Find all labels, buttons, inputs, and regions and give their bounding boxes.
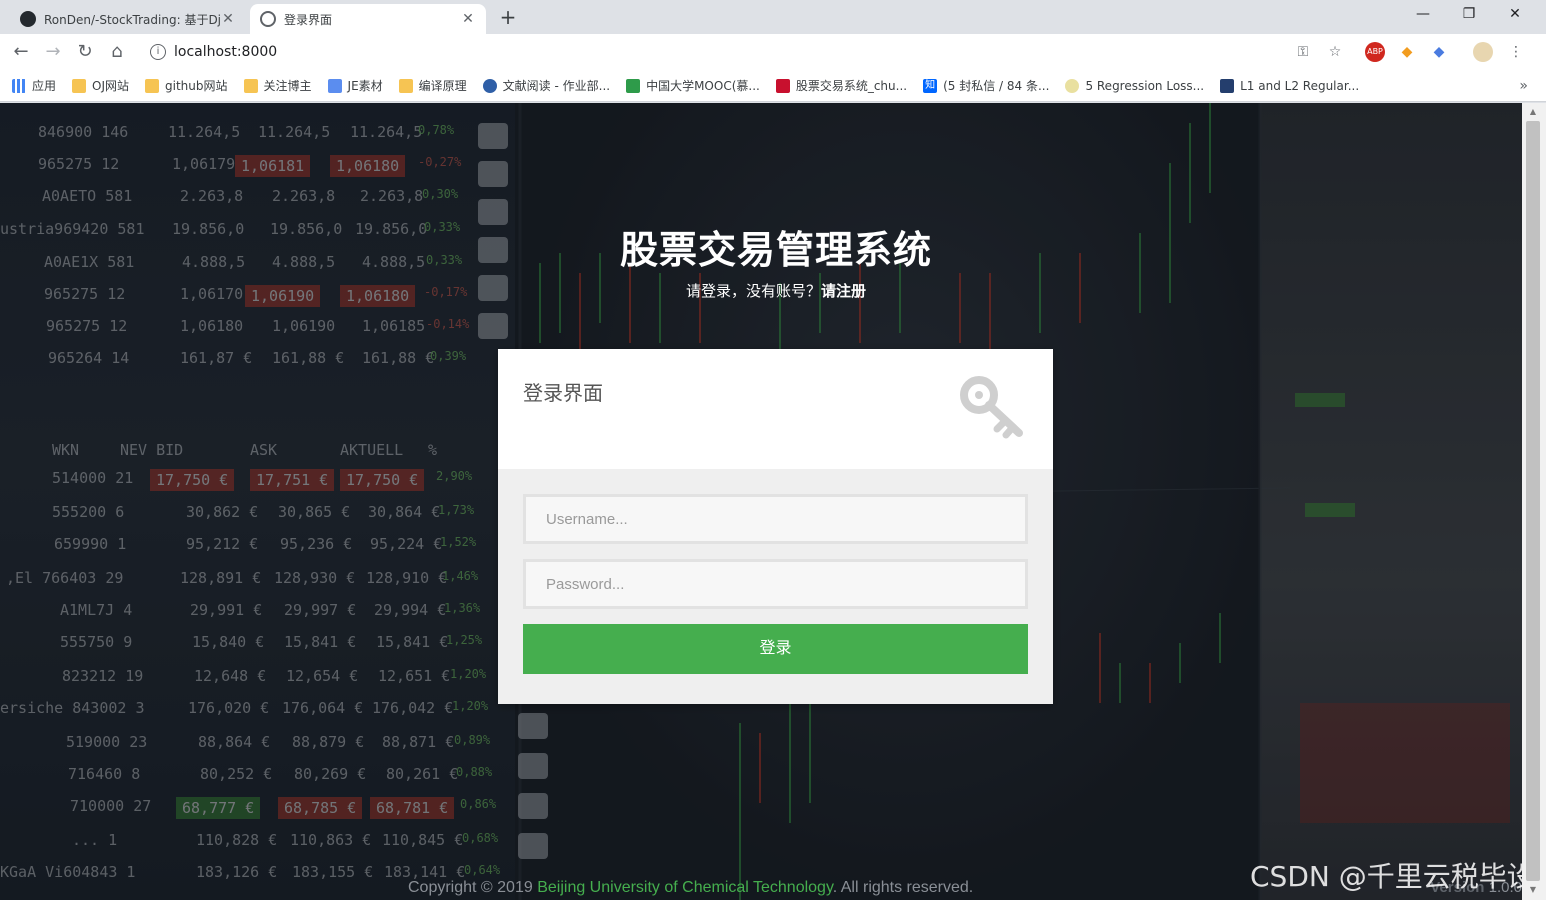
username-input[interactable] [546,497,1025,541]
folder-icon [72,78,87,93]
bookmark-csdn[interactable]: 股票交易系统_chu... [775,77,907,94]
csdn-watermark: CSDN @千里云税毕设 [1250,860,1522,893]
new-tab-button[interactable]: + [494,6,522,30]
page-icon [1220,78,1235,93]
username-field[interactable] [523,494,1028,544]
flag-icon [626,78,641,93]
zhihu-icon: 知 [923,78,938,93]
bookmark-compiler[interactable]: 编译原理 [398,77,467,94]
bookmark-github[interactable]: github网站 [145,77,228,94]
bookmark-follow[interactable]: 关注博主 [243,77,312,94]
page-scrollbar[interactable]: ▲ ▼ [1522,103,1546,900]
forward-icon[interactable]: → [40,40,66,64]
circle-icon [482,78,497,93]
org-link[interactable]: Beijing University of Chemical Technolog… [537,879,833,896]
globe-icon [260,11,276,27]
footer-copyright: Copyright © 2019 Beijing University of C… [408,879,973,897]
bookmark-l1l2[interactable]: L1 and L2 Regular... [1220,78,1359,93]
tab-bar: RonDen/-StockTrading: 基于Dj ✕ 登录界面 ✕ + — … [0,0,1546,34]
shield-icon [1065,78,1080,93]
subtitle-text: 请登录，没有账号？ [685,282,821,300]
bookmark-mooc[interactable]: 中国大学MOOC(慕... [626,77,760,94]
star-icon[interactable]: ☆ [1325,42,1345,62]
close-icon[interactable]: ✕ [220,11,236,27]
password-field[interactable] [523,559,1028,609]
bookmark-je[interactable]: JE素材 [327,77,383,94]
password-input[interactable] [546,562,1025,606]
tab-title: 登录界面 [284,12,333,27]
login-button[interactable]: 登录 [523,624,1028,674]
extension-icon[interactable]: ◆ [1429,42,1449,62]
key-icon [960,376,1023,439]
bookmarks-bar: 应用 OJ网站 github网站 关注博主 JE素材 编译原理 文献阅读 - 作… [0,70,1546,102]
window-close-button[interactable]: ✕ [1492,0,1538,30]
apps-grid-icon [12,78,26,93]
copyright-text: Copyright © 2019 [408,879,533,896]
bookmark-oj[interactable]: OJ网站 [72,77,129,94]
je-icon [327,78,342,93]
login-card-title: 登录界面 [523,381,603,405]
folder-icon [145,78,160,93]
home-icon[interactable]: ⌂ [104,40,130,64]
bookmark-zhihu[interactable]: 知 (5 封私信 / 84 条... [923,77,1049,94]
bookmark-apps[interactable]: 应用 [12,77,56,94]
menu-icon[interactable]: ⋮ [1506,42,1526,62]
bookmark-reading[interactable]: 文献阅读 - 作业部... [482,77,610,94]
login-card-header: 登录界面 [498,349,1053,469]
restore-button[interactable]: ❐ [1446,0,1492,30]
register-link[interactable]: 请注册 [821,282,866,300]
scrollbar-thumb[interactable] [1526,121,1540,881]
address-bar[interactable]: i localhost:8000 [140,38,1350,66]
rights-text: . All rights reserved. [832,879,974,896]
key-icon[interactable]: ⚿ [1293,42,1313,62]
page-subtitle: 请登录，没有账号？请注册 [0,280,1522,301]
scroll-down-icon[interactable]: ▼ [1528,885,1538,894]
login-card: 登录界面 登录 [498,349,1053,704]
url-text: localhost:8000 [174,44,278,60]
reload-icon[interactable]: ↻ [72,40,98,64]
github-icon [20,11,36,27]
tab-login[interactable]: 登录界面 ✕ [250,4,486,34]
tab-title: RonDen/-StockTrading: 基于Dj [44,12,220,27]
adblock-icon[interactable]: ABP [1365,42,1385,62]
folder-icon [243,78,258,93]
info-icon[interactable]: i [150,44,166,60]
tab-github[interactable]: RonDen/-StockTrading: 基于Dj ✕ [10,4,246,34]
bookmark-regression[interactable]: 5 Regression Loss... [1065,78,1204,93]
page-title: 股票交易管理系统 [619,228,932,272]
extension-icon[interactable]: ◆ [1397,42,1417,62]
csdn-icon [775,78,790,93]
back-icon[interactable]: ← [8,40,34,64]
browser-toolbar: ← → ↻ ⌂ i localhost:8000 ⚿ ☆ ABP ◆ ◆ ⋮ [0,34,1546,70]
page-viewport: 846900 146 11.264,5 11.264,5 11.264,5 0,78% … [0,103,1522,900]
minimize-button[interactable]: — [1400,0,1446,30]
scroll-up-icon[interactable]: ▲ [1528,107,1538,116]
bookmarks-more-button[interactable]: » [1519,78,1528,94]
close-icon[interactable]: ✕ [460,11,476,27]
avatar[interactable] [1473,42,1493,62]
folder-icon [398,78,413,93]
